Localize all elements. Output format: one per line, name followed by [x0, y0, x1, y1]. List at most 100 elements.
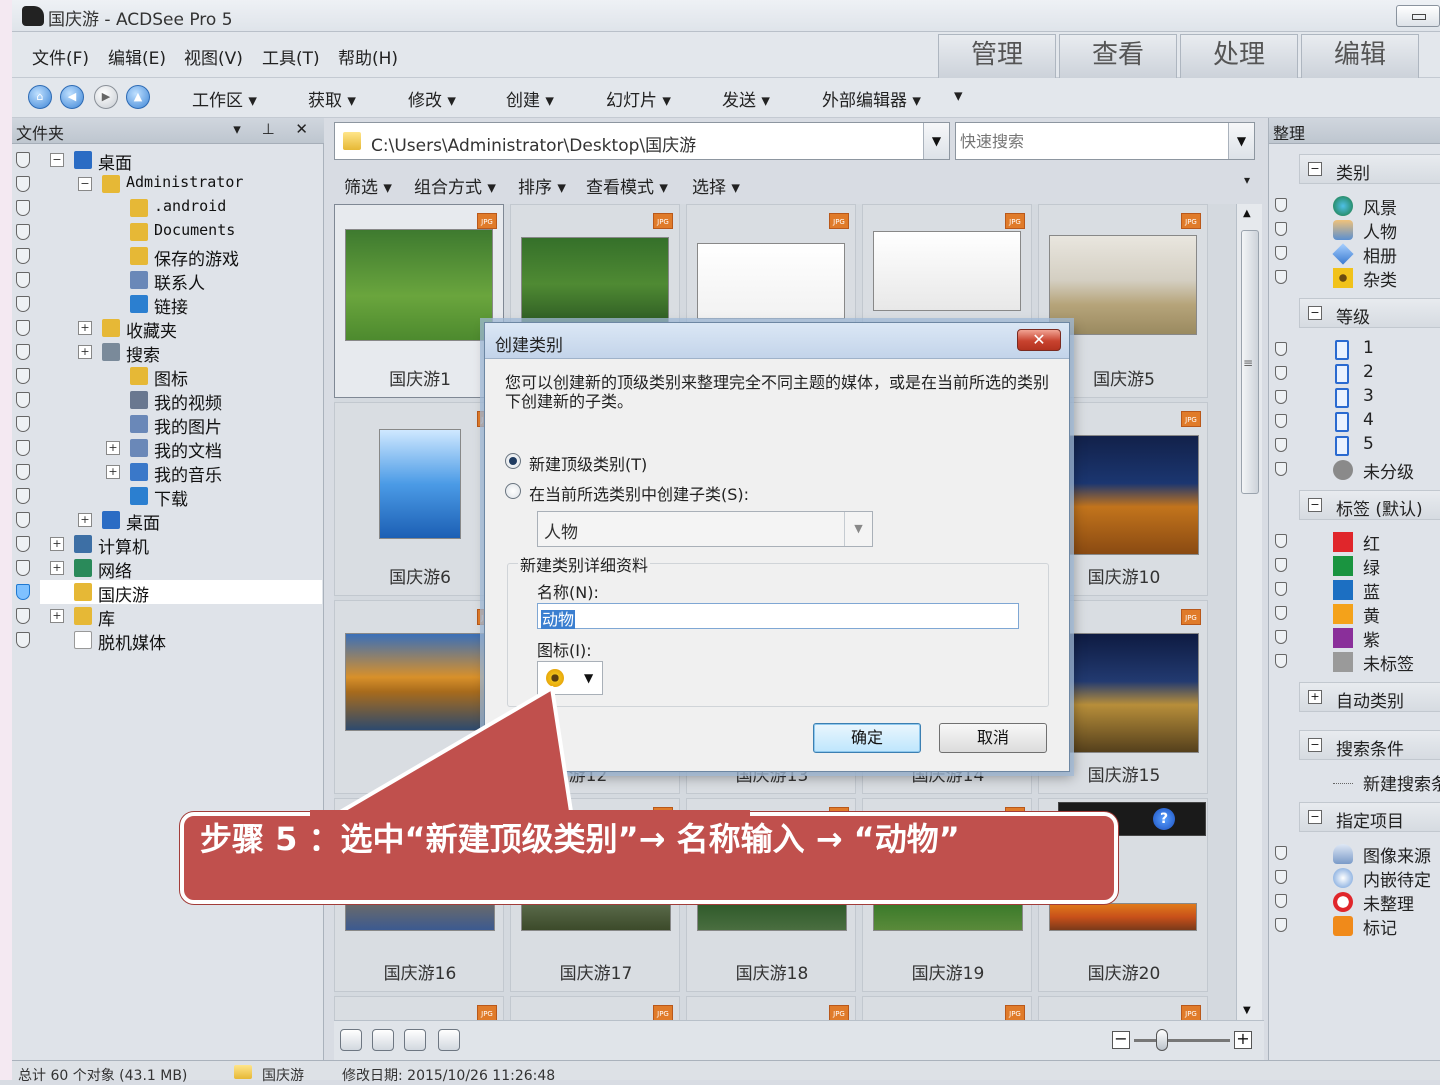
pin-icon[interactable]	[1275, 606, 1287, 620]
pin-icon[interactable]	[16, 416, 30, 432]
scroll-up-icon[interactable]: ▲	[1243, 208, 1251, 219]
toolbar-create[interactable]: 创建 ▾	[506, 86, 554, 111]
radio-top-level-label[interactable]: 新建顶级类别(T)	[529, 451, 647, 475]
tree-item-guoqingyou[interactable]: 国庆游	[40, 580, 322, 606]
icon-picker[interactable]: ▼	[537, 661, 603, 695]
menu-tools[interactable]: 工具(T)	[262, 44, 320, 69]
pin-icon[interactable]	[1275, 198, 1287, 212]
tree-item-my-videos[interactable]: 我的视频	[40, 388, 322, 414]
tree-item-my-music[interactable]: + 我的音乐	[40, 460, 322, 486]
scroll-down-icon[interactable]: ▼	[1243, 1005, 1251, 1016]
pin-icon[interactable]	[16, 608, 30, 624]
thumbnail-cell[interactable]: JPG	[862, 996, 1032, 1020]
dialog-close-button[interactable]: ✕	[1017, 329, 1061, 351]
restore-window-button[interactable]	[1396, 5, 1440, 27]
ok-button[interactable]: 确定	[813, 723, 921, 753]
pin-icon[interactable]	[16, 632, 30, 648]
up-icon[interactable]: ▲	[126, 85, 150, 109]
radio-subcategory[interactable]	[505, 483, 521, 499]
pin-icon[interactable]	[16, 368, 30, 384]
chevron-down-icon[interactable]: ▼	[1228, 123, 1254, 159]
menu-edit[interactable]: 编辑(E)	[108, 44, 166, 69]
toolbar-acquire[interactable]: 获取 ▾	[308, 86, 356, 111]
section-category[interactable]: − 类别	[1299, 154, 1440, 184]
pin-icon[interactable]	[16, 392, 30, 408]
pin-icon[interactable]	[16, 560, 30, 576]
pin-icon[interactable]	[16, 536, 30, 552]
rotate-icon[interactable]	[340, 1029, 362, 1051]
thumbnail-cell[interactable]: JPG国	[334, 600, 504, 794]
rotate-right-icon[interactable]	[404, 1029, 426, 1051]
tree-item-network[interactable]: + 网络	[40, 556, 322, 582]
tree-item-desktop[interactable]: − 桌面	[40, 148, 322, 174]
expand-icon[interactable]: +	[78, 513, 92, 527]
tree-item-my-documents[interactable]: + 我的文档	[40, 436, 322, 462]
pin-icon[interactable]	[1275, 222, 1287, 236]
toolbar-external-editor[interactable]: 外部编辑器 ▾	[822, 86, 921, 111]
pin-icon[interactable]	[16, 320, 30, 336]
tree-item-links[interactable]: 链接	[40, 292, 322, 318]
section-labels[interactable]: − 标签 (默认)	[1299, 490, 1440, 520]
help-icon[interactable]: ?	[1153, 808, 1175, 830]
section-rating[interactable]: − 等级	[1299, 298, 1440, 328]
pin-icon[interactable]	[1275, 342, 1287, 356]
collapse-icon[interactable]: −	[78, 177, 92, 191]
pin-icon[interactable]	[1275, 630, 1287, 644]
pin-icon[interactable]	[16, 272, 30, 288]
tree-item-icons[interactable]: 图标	[40, 364, 322, 390]
pin-icon[interactable]	[16, 152, 30, 168]
chevron-down-icon[interactable]: ▼	[923, 123, 949, 159]
radio-top-level[interactable]	[505, 453, 521, 469]
zoom-in-icon[interactable]: +	[1234, 1031, 1252, 1049]
toolbar-modify[interactable]: 修改 ▾	[408, 86, 456, 111]
group-by-button[interactable]: 组合方式 ▾	[414, 173, 496, 198]
tree-item-documents[interactable]: Documents	[40, 220, 322, 244]
thumbnail-cell[interactable]: JPG国庆游6	[334, 402, 504, 596]
pin-icon[interactable]	[1275, 558, 1287, 572]
pin-icon[interactable]	[1275, 918, 1287, 932]
expand-icon[interactable]: +	[106, 441, 120, 455]
pin-icon[interactable]	[1275, 654, 1287, 668]
thumbnail-cell[interactable]: JPG	[334, 996, 504, 1020]
expand-icon[interactable]: +	[78, 345, 92, 359]
menu-view[interactable]: 视图(V)	[184, 44, 243, 69]
pin-icon[interactable]	[1275, 246, 1287, 260]
section-saved-searches[interactable]: − 搜索条件	[1299, 730, 1440, 760]
rotate-left-icon[interactable]	[372, 1029, 394, 1051]
pin-icon[interactable]	[16, 344, 30, 360]
thumbnail-cell[interactable]: JPG 国庆游1	[334, 204, 504, 398]
mode-tab-edit[interactable]: 编辑	[1301, 34, 1419, 78]
filter-button[interactable]: 筛选 ▾	[344, 173, 392, 198]
quick-search-input[interactable]	[960, 129, 1222, 153]
tree-item-saved-games[interactable]: 保存的游戏	[40, 244, 322, 270]
tree-item-libraries[interactable]: + 库	[40, 604, 322, 630]
pin-icon[interactable]	[16, 176, 30, 192]
expand-icon[interactable]: +	[50, 609, 64, 623]
tree-item-offline-media[interactable]: 脱机媒体	[40, 628, 322, 654]
pin-icon[interactable]	[16, 248, 30, 264]
view-mode-button[interactable]: 查看模式 ▾	[586, 173, 668, 198]
folder-panel-controls[interactable]: ▾ ⊥ ✕	[233, 120, 316, 138]
pin-icon[interactable]	[1275, 390, 1287, 404]
tree-item-administrator[interactable]: − Administrator	[40, 172, 322, 196]
tree-item-searches[interactable]: + 搜索	[40, 340, 322, 366]
toolbar-workspace[interactable]: 工作区 ▾	[192, 86, 257, 111]
menu-help[interactable]: 帮助(H)	[338, 44, 398, 69]
compare-icon[interactable]	[438, 1029, 460, 1051]
tree-item-favorites[interactable]: + 收藏夹	[40, 316, 322, 342]
pin-icon[interactable]	[16, 296, 30, 312]
parent-category-select[interactable]: 人物 ▼	[537, 511, 873, 547]
pin-icon[interactable]	[1275, 414, 1287, 428]
back-icon[interactable]: ◀	[60, 85, 84, 109]
zoom-out-icon[interactable]: −	[1112, 1031, 1130, 1049]
tree-item-android[interactable]: .android	[40, 196, 322, 220]
collapse-icon[interactable]: −	[50, 153, 64, 167]
pin-icon[interactable]	[1275, 582, 1287, 596]
pin-icon[interactable]	[16, 200, 30, 216]
mode-tab-process[interactable]: 处理	[1180, 34, 1298, 78]
pin-icon[interactable]	[1275, 846, 1287, 860]
category-name-input[interactable]: 动物	[537, 603, 1019, 629]
pin-icon[interactable]	[1275, 870, 1287, 884]
tree-item-desktop-sub[interactable]: + 桌面	[40, 508, 322, 534]
home-icon[interactable]: ⌂	[28, 85, 52, 109]
